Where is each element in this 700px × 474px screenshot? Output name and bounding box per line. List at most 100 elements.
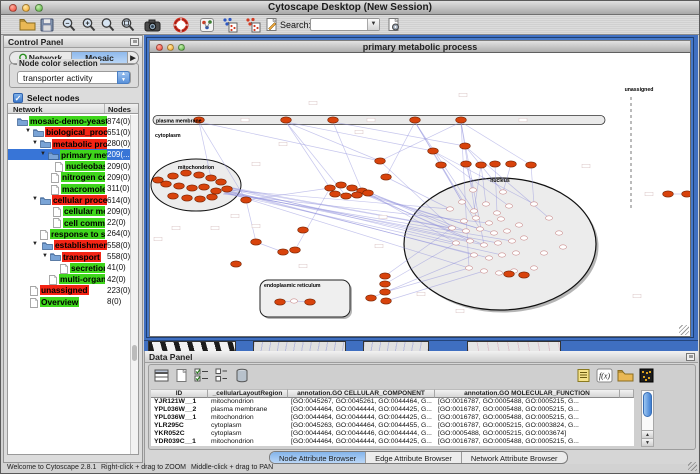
table-scrollbar-thumb[interactable] [643,392,652,417]
attribute-list-icon[interactable] [575,367,592,384]
search-settings-icon[interactable] [385,17,403,33]
network-node-selected[interactable] [347,185,358,191]
network-node-selected[interactable] [251,239,262,245]
network-node-selected[interactable] [352,192,363,198]
network-node-selected[interactable] [380,281,391,287]
network-node[interactable] [504,229,511,233]
formula-builder-icon[interactable]: f(x) [596,367,613,384]
network-node[interactable] [467,239,474,243]
node-color-combo[interactable]: transporter activity▲▼ [17,71,131,84]
network-node-selected[interactable] [168,193,179,199]
tree-row[interactable]: cellular metabo209(0) [8,205,130,216]
network-node-selected[interactable] [305,299,316,305]
tree-row[interactable]: ▼primary metabol209(... [8,149,130,160]
network-node[interactable] [481,243,488,247]
tree-row[interactable]: macromolecule311(0) [8,183,130,194]
minimized-window-thumbnail[interactable] [148,341,236,351]
network-node[interactable] [541,251,548,255]
network-node-selected[interactable] [153,177,164,183]
select-attributes-icon[interactable] [193,367,210,384]
network-node-selected[interactable] [456,117,467,123]
table-header-cell[interactable]: _cellularLayoutRegion [208,389,288,398]
expander-icon[interactable]: ▼ [40,151,46,157]
network-node[interactable] [471,209,478,213]
tree-scrollbar-thumb[interactable] [132,345,137,361]
network-edge[interactable] [461,122,531,165]
network-node[interactable] [521,236,528,240]
network-node-selected[interactable] [363,190,374,196]
chevron-down-icon[interactable]: ▼ [367,19,379,30]
attribute-table-icon[interactable] [153,367,170,384]
network-node-selected[interactable] [206,175,217,181]
minimized-window-thumbnail[interactable] [363,341,429,351]
tree-scrollbar[interactable] [130,115,138,454]
save-icon[interactable] [37,16,57,34]
table-row[interactable]: YJR121W__1mitochondrion[GO:0045267, GO:0… [151,398,634,406]
network-node-selected[interactable] [519,272,530,278]
network-node-selected[interactable] [182,195,193,201]
zoom-fit-icon[interactable] [118,16,138,34]
tree-row[interactable]: cell communicat22(0) [8,217,130,228]
network-node-selected[interactable] [199,184,210,190]
network-node[interactable] [531,202,538,206]
tree-row[interactable]: nitrogen compo209(0) [8,171,130,182]
network-node-selected[interactable] [195,196,206,202]
table-row[interactable]: YPL036W__2plasma membrane[GO:0044464, GO… [151,406,634,414]
plasma-membrane-region[interactable] [153,116,605,125]
network-view-titlebar[interactable]: primary metabolic process [149,40,691,53]
float-panel-icon[interactable] [686,353,695,361]
network-edge[interactable] [386,122,415,177]
network-node-selected[interactable] [174,183,185,189]
open-file-icon[interactable] [17,16,37,34]
network-node[interactable] [463,229,470,233]
network-canvas[interactable]: plasma membranecytoplasmmitochondrionnuc… [150,53,691,337]
network-node-selected[interactable] [290,247,301,253]
tree-row[interactable]: ▼cellular process614(0) [8,194,130,205]
tree-row[interactable]: ▼metabolic process280(0) [8,138,130,149]
network-node-selected[interactable] [461,161,472,167]
new-attribute-icon[interactable] [173,367,190,384]
tree-row[interactable]: ▼biological_process651(0) [8,126,130,137]
scroll-up-icon[interactable]: ▲ [642,430,653,438]
attribute-matrix-icon[interactable] [638,367,655,384]
network-node-selected[interactable] [216,179,227,185]
network-edge[interactable] [380,122,461,161]
network-node[interactable] [498,217,505,221]
zoom-out-icon[interactable]: – [59,16,79,34]
network-node-selected[interactable] [381,174,392,180]
network-node-selected[interactable] [436,162,447,168]
network-node-selected[interactable] [504,271,515,277]
tree-row[interactable]: unassigned223(0) [8,284,130,295]
window-resize-grip-icon[interactable] [688,462,697,471]
network-node-selected[interactable] [194,172,205,178]
float-panel-icon[interactable] [130,38,139,46]
tree-row[interactable]: mosaic-demo-yeast874(0) [8,115,130,126]
network-node-selected[interactable] [380,289,391,295]
network-node-selected[interactable] [222,186,233,192]
network-node[interactable] [477,227,484,231]
network-edge[interactable] [286,122,330,188]
network-node[interactable] [500,190,507,194]
network-node-selected[interactable] [275,299,286,305]
table-row[interactable]: YPL036W__1mitochondrion[GO:0044464, GO:0… [151,414,634,422]
scroll-down-icon[interactable]: ▼ [642,438,653,446]
import-attributes-icon[interactable] [617,367,634,384]
table-header-cell[interactable]: annotation.GO MOLECULAR_FUNCTION [435,389,620,398]
table-header-cell[interactable]: ID [151,389,208,398]
table-row[interactable]: YLR295Ccytoplasm[GO:0045263, GO:0044464,… [151,422,634,430]
network-node-selected[interactable] [328,117,339,123]
network-node[interactable] [491,231,498,235]
network-node-selected[interactable] [281,117,292,123]
network-node-selected[interactable] [298,227,309,233]
zoom-selected-icon[interactable] [98,16,118,34]
network-node-selected[interactable] [241,197,252,203]
network-node[interactable] [556,231,563,235]
network-view-window[interactable]: primary metabolic process plasma membran… [146,37,694,338]
network-node[interactable] [461,219,468,223]
network-node[interactable] [483,202,490,206]
network-node-selected[interactable] [428,148,439,154]
network-node[interactable] [495,241,502,245]
network-node-selected[interactable] [663,191,674,197]
expander-icon[interactable]: ▼ [32,196,38,202]
network-canvas-container[interactable]: plasma membranecytoplasmmitochondrionnuc… [149,53,691,337]
